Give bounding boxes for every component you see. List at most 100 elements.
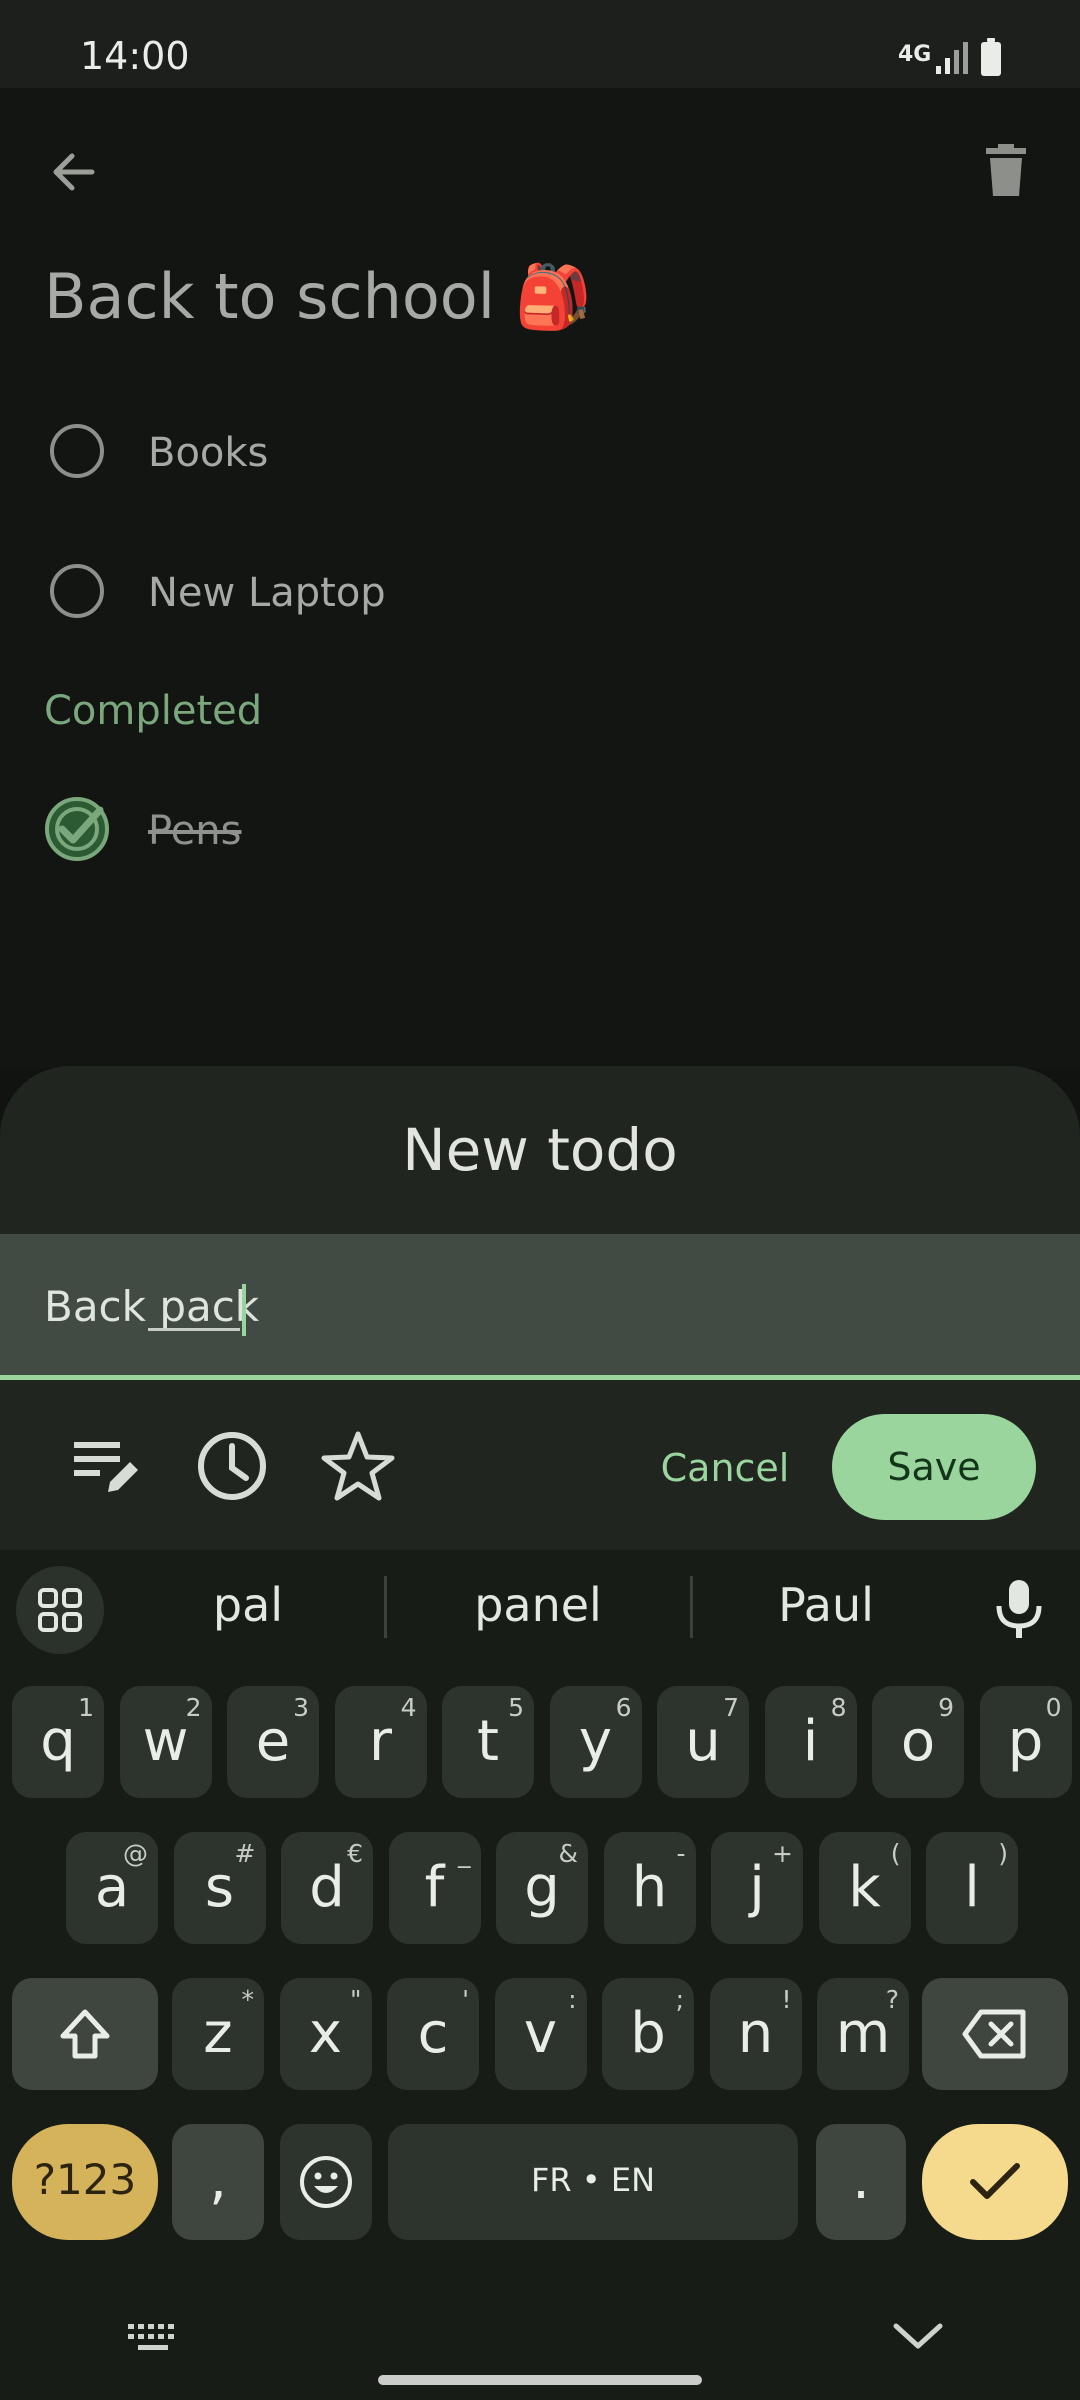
key-label: p [1007, 1709, 1044, 1774]
key-k[interactable]: k( [818, 1832, 911, 1944]
key-d[interactable]: d € [281, 1832, 373, 1944]
backspace-icon [962, 2009, 1026, 2059]
suggestion-2[interactable]: panel [408, 1578, 668, 1632]
key-t[interactable]: t5 [442, 1686, 534, 1798]
key-label: y [578, 1709, 613, 1774]
suggestion-divider [384, 1576, 387, 1638]
key-hint: 8 [830, 1693, 847, 1722]
battery-icon [981, 38, 1001, 76]
key-f[interactable]: f _ [388, 1832, 481, 1944]
keyboard-apps-button[interactable] [16, 1566, 104, 1654]
key-label: n [737, 2001, 774, 2066]
key-l[interactable]: l) [926, 1832, 1018, 1944]
enter-key[interactable] [922, 2124, 1068, 2240]
key-s[interactable]: s # [173, 1832, 266, 1944]
key-x[interactable]: x " [279, 1978, 372, 2090]
key-u[interactable]: u7 [657, 1686, 749, 1798]
key-z[interactable]: z * [172, 1978, 264, 2090]
key-j[interactable]: j + [711, 1832, 803, 1944]
key-c[interactable]: c ' [387, 1978, 479, 2090]
key-label: d [309, 1855, 345, 1920]
key-label: k [848, 1855, 881, 1920]
key-a[interactable]: a @ [66, 1832, 158, 1944]
key-label: m [835, 2001, 891, 2066]
todo-input-value[interactable]: Back pack [44, 1282, 259, 1331]
home-indicator[interactable] [378, 2375, 702, 2385]
todo-checkbox[interactable] [50, 424, 104, 478]
microphone-icon[interactable] [988, 1576, 1050, 1640]
completed-item-pens[interactable]: Pens [44, 792, 944, 872]
key-hint: 4 [400, 1693, 417, 1722]
signal-icon [936, 42, 968, 74]
completed-section-header: Completed [44, 688, 263, 734]
star-icon[interactable] [318, 1426, 398, 1506]
notes-edit-icon[interactable] [66, 1426, 146, 1506]
checkmark-icon [970, 2163, 1020, 2199]
key-hint: 7 [723, 1693, 739, 1722]
back-arrow-icon[interactable] [44, 142, 104, 202]
emoji-icon [300, 2156, 352, 2208]
key-hint: : [568, 1985, 577, 2014]
save-button[interactable]: Save [832, 1414, 1036, 1520]
key-hint: & [558, 1839, 579, 1868]
list-title: Back to school 🎒 [44, 260, 592, 334]
soft-keyboard [0, 1550, 1080, 2400]
todo-label: New Laptop [148, 570, 386, 616]
key-n[interactable]: n! [709, 1978, 802, 2090]
period-key[interactable]: . [816, 2124, 906, 2240]
hide-keyboard-chevron-icon[interactable] [890, 2316, 946, 2356]
backspace-key[interactable] [922, 1978, 1068, 2090]
cancel-button[interactable]: Cancel [650, 1436, 800, 1500]
key-hint: 3 [293, 1693, 309, 1722]
key-h[interactable]: h- [603, 1832, 696, 1944]
key-g[interactable]: g & [496, 1832, 588, 1944]
key-e[interactable]: e3 [227, 1686, 319, 1798]
key-hint: ; [675, 1985, 684, 2014]
key-hint: 2 [185, 1693, 202, 1722]
key-v[interactable]: v: [494, 1978, 587, 2090]
key-m[interactable]: m? [817, 1978, 909, 2090]
symbols-key[interactable]: ?123 [12, 2124, 158, 2240]
key-label: t [477, 1709, 499, 1774]
key-label: c [417, 2001, 449, 2066]
text-caret [242, 1284, 246, 1336]
key-label: z [203, 2001, 233, 2066]
key-b[interactable]: b; [602, 1978, 694, 2090]
key-i[interactable]: i8 [764, 1686, 857, 1798]
comma-key[interactable]: , [172, 2124, 264, 2240]
key-label: v [523, 2001, 558, 2066]
todo-checkbox[interactable] [50, 564, 104, 618]
emoji-key[interactable] [280, 2124, 372, 2240]
key-hint: _ [458, 1839, 471, 1868]
key-hint: 1 [78, 1693, 94, 1722]
keyboard-switch-icon[interactable] [126, 2320, 182, 2356]
key-label: j [749, 1855, 765, 1920]
shift-icon [60, 2009, 110, 2059]
trash-icon[interactable] [976, 142, 1036, 202]
key-o[interactable]: o9 [872, 1686, 964, 1798]
key-hint: + [772, 1839, 793, 1868]
key-label: u [685, 1709, 721, 1774]
key-hint: # [234, 1839, 256, 1868]
todo-label: Books [148, 430, 269, 476]
suggestion-3[interactable]: Paul [696, 1578, 956, 1632]
key-hint: ? [885, 1985, 899, 2014]
key-hint: @ [123, 1839, 148, 1868]
todo-item-new-laptop[interactable]: New Laptop [44, 554, 944, 634]
suggestion-1[interactable]: pal [118, 1578, 378, 1632]
backpack-emoji: 🎒 [514, 260, 592, 333]
key-hint: ' [462, 1985, 469, 2014]
shift-key[interactable] [12, 1978, 158, 2090]
key-label: q [40, 1709, 76, 1774]
key-r[interactable]: r4 [334, 1686, 427, 1798]
key-label: h [631, 1855, 668, 1920]
key-y[interactable]: y6 [549, 1686, 642, 1798]
space-key[interactable]: FR • EN [388, 2124, 798, 2240]
key-p[interactable]: p0 [979, 1686, 1072, 1798]
key-q[interactable]: q1 [12, 1686, 104, 1798]
checked-circle-icon[interactable] [44, 796, 110, 862]
clock-icon[interactable] [192, 1426, 272, 1506]
todo-item-books[interactable]: Books [44, 414, 944, 494]
key-label: r [368, 1709, 393, 1774]
key-w[interactable]: w2 [119, 1686, 212, 1798]
